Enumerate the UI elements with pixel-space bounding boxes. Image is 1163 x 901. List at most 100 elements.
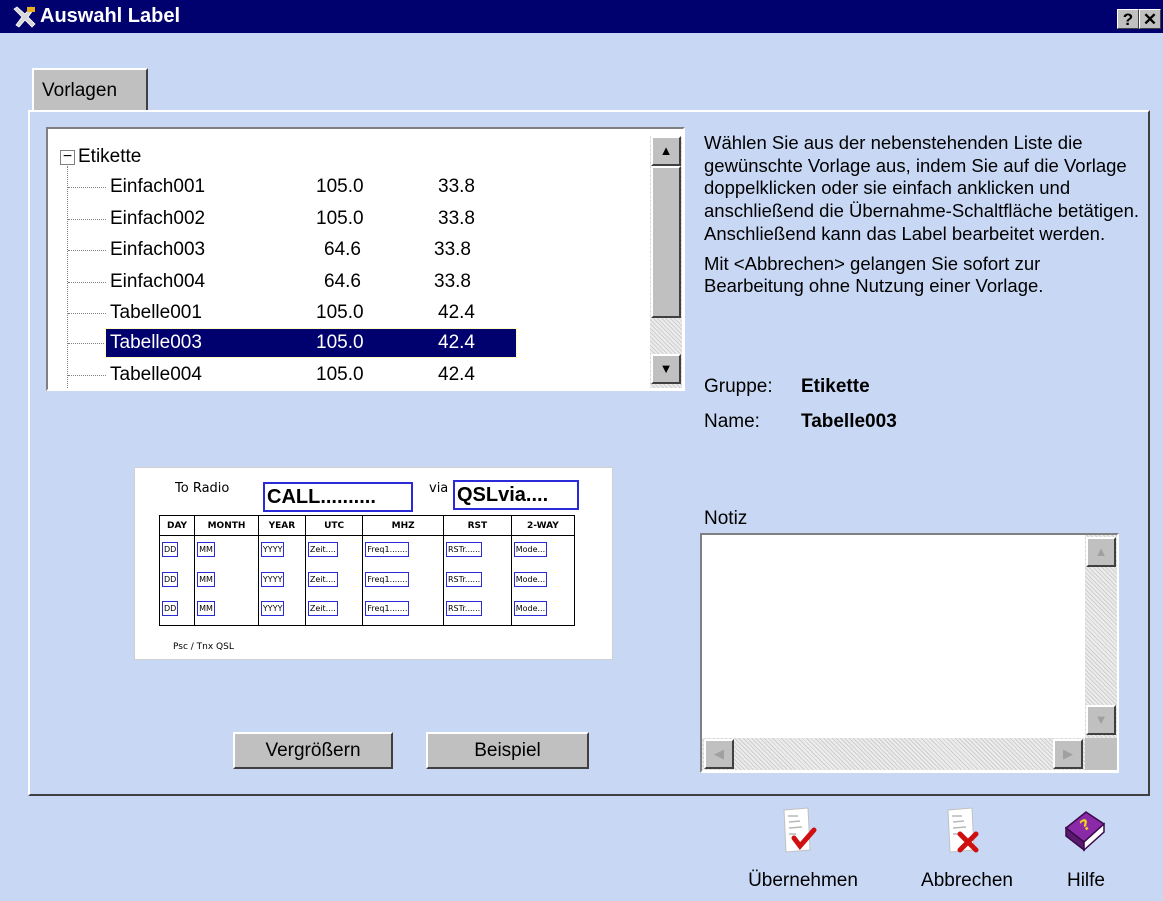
preview-cell: MM	[197, 541, 215, 557]
help-label: Hilfe	[1066, 870, 1105, 891]
preview-header: MONTH	[194, 515, 259, 536]
tree-connector-dash	[68, 282, 106, 283]
preview-to-radio: To Radio	[175, 481, 230, 496]
preview-cell: YYYY	[260, 571, 285, 587]
notes-textarea[interactable]	[700, 533, 1119, 773]
tab-vorlagen[interactable]: Vorlagen	[32, 68, 148, 112]
tree-item[interactable]: Einfach001 105.0 33.8	[68, 173, 528, 201]
preview-cell: Zeit....	[307, 601, 338, 617]
notes-label: Notiz	[704, 508, 748, 529]
tree-connector-dash	[68, 219, 106, 220]
preview-cell: Freq1.......	[365, 571, 410, 587]
scroll-thumb[interactable]	[651, 166, 681, 318]
tree-item[interactable]: Einfach004 64.6 33.8	[68, 268, 528, 296]
tree-connector-dash	[68, 343, 106, 344]
notes-scroll-left-button[interactable]: ◀	[704, 739, 734, 769]
window-title: Auswahl Label	[40, 5, 181, 27]
item-width: 105.0	[316, 208, 364, 229]
preview-cell: RSTr......	[446, 571, 483, 587]
document-check-icon	[780, 806, 824, 864]
tree-item-selected[interactable]: Tabelle003 105.0 42.4	[68, 328, 528, 358]
tree-connector-dash	[68, 250, 106, 251]
group-label: Gruppe:	[704, 376, 773, 397]
preview-header: UTC	[304, 515, 364, 536]
item-name: Einfach003	[110, 239, 206, 260]
description-text-cancel: Mit <Abbrechen> gelangen Sie sofort zur …	[704, 252, 1044, 297]
enlarge-button[interactable]: Vergrößern	[233, 732, 393, 769]
tree-connector-dash	[68, 313, 106, 314]
description: Wählen Sie aus der nebenstehenden Liste …	[704, 132, 1144, 305]
tree-group-label: Etikette	[78, 146, 142, 167]
title-bar: Auswahl Label ? ✕	[0, 0, 1163, 33]
tree-connector-dash	[68, 187, 106, 188]
item-width: 105.0	[316, 364, 364, 385]
preview-log-table: DAY MONTH YEAR UTC MHZ RST 2-WAY DD MM Y…	[158, 515, 576, 626]
name-value: Tabelle003	[801, 411, 897, 432]
preview-cell: RSTr......	[446, 541, 483, 557]
item-height: 42.4	[438, 364, 475, 385]
item-name: Einfach004	[110, 271, 206, 292]
preview-cell: MM	[197, 571, 215, 587]
example-button[interactable]: Beispiel	[426, 732, 589, 769]
notes-vertical-scrollbar[interactable]: ▲ ▼	[1085, 535, 1117, 738]
preview-header: YEAR	[257, 515, 306, 536]
tree-item[interactable]: Einfach003 64.6 33.8	[68, 236, 528, 264]
scroll-down-button[interactable]: ▼	[651, 354, 681, 384]
tree-scrollbar[interactable]: ▲ ▼	[650, 136, 682, 388]
preview-call-field: CALL..........	[263, 482, 413, 512]
preview-cell: Mode...	[513, 541, 548, 557]
description-text: Wählen Sie aus der nebenstehenden Liste …	[704, 132, 1140, 244]
tree-item[interactable]: Tabelle004 105.0 42.4	[68, 361, 528, 389]
preview-cell: Mode...	[513, 601, 548, 617]
preview-header: 2-WAY	[510, 515, 576, 536]
group-value: Etikette	[801, 376, 870, 397]
preview-cell: YYYY	[260, 601, 285, 617]
notes-scroll-right-button[interactable]: ▶	[1053, 739, 1083, 769]
preview-row: DD MM YYYY Zeit.... Freq1....... RSTr...…	[158, 565, 576, 596]
preview-cell: DD	[162, 571, 179, 587]
tree-connector	[67, 166, 68, 389]
close-button[interactable]: ✕	[1139, 9, 1161, 29]
tree-item[interactable]: Tabelle001 105.0 42.4	[68, 299, 528, 327]
tab-label: Vorlagen	[42, 80, 118, 101]
notes-scroll-down-button[interactable]: ▼	[1086, 705, 1116, 735]
preview-via: via	[429, 481, 449, 496]
item-height: 33.8	[438, 208, 475, 229]
preview-header: RST	[443, 515, 512, 536]
tools-icon	[12, 5, 38, 29]
item-width: 105.0	[316, 176, 364, 197]
item-height: 42.4	[438, 302, 475, 323]
template-tree[interactable]: − Etikette Einfach001 105.0 33.8 Einfach…	[46, 127, 685, 391]
preview-header: MHZ	[362, 515, 444, 536]
notes-scroll-up-button[interactable]: ▲	[1086, 537, 1116, 567]
label-preview: To Radio CALL.......... via QSLvia.... D…	[134, 467, 613, 660]
preview-row: DD MM YYYY Zeit.... Freq1....... RSTr...…	[158, 535, 576, 566]
name-label: Name:	[704, 411, 760, 432]
item-width: 105.0	[316, 302, 364, 323]
preview-footer: Psc / Tnx QSL	[173, 642, 234, 652]
tree-item[interactable]: Einfach002 105.0 33.8	[68, 205, 528, 233]
preview-cell: MM	[197, 601, 215, 617]
item-height: 33.8	[434, 271, 471, 292]
item-name: Tabelle003	[110, 332, 202, 353]
apply-label: Übernehmen	[748, 870, 858, 891]
item-width: 64.6	[324, 271, 361, 292]
notes-horizontal-scrollbar[interactable]: ◀ ▶	[702, 738, 1085, 770]
preview-cell: Mode...	[513, 571, 548, 587]
scroll-up-button[interactable]: ▲	[651, 136, 681, 166]
item-width: 64.6	[324, 239, 361, 260]
preview-cell: Freq1.......	[365, 541, 410, 557]
collapse-icon[interactable]: −	[60, 149, 75, 165]
preview-row: DD MM YYYY Zeit.... Freq1....... RSTr...…	[158, 595, 576, 626]
item-name: Einfach001	[110, 176, 206, 197]
document-x-icon	[944, 806, 988, 864]
preview-cell: Zeit....	[307, 541, 338, 557]
preview-cell: YYYY	[260, 541, 285, 557]
item-name: Tabelle001	[110, 302, 202, 323]
item-width: 105.0	[316, 332, 364, 353]
item-height: 33.8	[438, 176, 475, 197]
preview-cell: DD	[162, 541, 179, 557]
help-title-button[interactable]: ?	[1117, 9, 1139, 29]
preview-cell: DD	[162, 601, 179, 617]
cancel-label: Abbrechen	[921, 870, 1013, 891]
